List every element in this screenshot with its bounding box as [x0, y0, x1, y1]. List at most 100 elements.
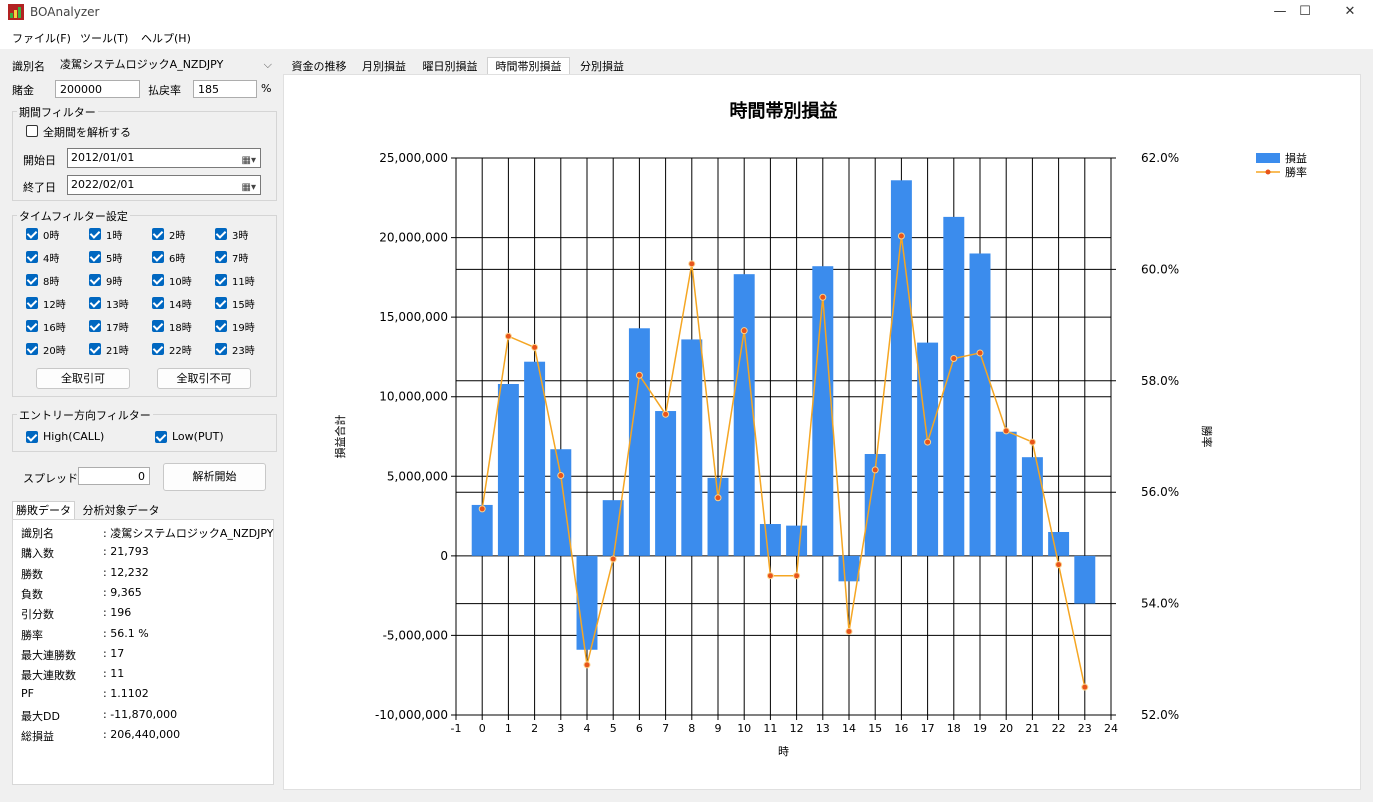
bet-input[interactable]: 200000: [55, 80, 140, 98]
spread-input[interactable]: 0: [78, 467, 150, 485]
end-date-label: 終了日: [23, 181, 56, 194]
select-all-button[interactable]: 全取引可: [36, 368, 130, 389]
hour-checkbox-8[interactable]: [26, 274, 38, 286]
bar-hour-9: [707, 477, 729, 556]
winrate-point-hour-22: [1055, 561, 1063, 569]
hour-label-0: 0時: [43, 231, 60, 242]
hour-checkbox-13[interactable]: [89, 297, 101, 309]
all-period-checkbox[interactable]: [26, 125, 38, 137]
hour-checkbox-20[interactable]: [26, 343, 38, 355]
hour-checkbox-10[interactable]: [152, 274, 164, 286]
tab-target-data[interactable]: 分析対象データ: [78, 502, 164, 520]
menu-file[interactable]: ファイル(F): [12, 30, 71, 46]
menu-bar: ファイル(F) ツール(T) ヘルプ(H): [0, 24, 1373, 49]
hour-checkbox-18[interactable]: [152, 320, 164, 332]
bar-hour-7: [655, 411, 677, 556]
hour-checkbox-6[interactable]: [152, 251, 164, 263]
winrate-point-hour-21: [1028, 438, 1036, 446]
x-tick-label: 12: [790, 722, 804, 735]
payout-unit: %: [261, 82, 272, 95]
hour-checkbox-23[interactable]: [215, 343, 227, 355]
hour-checkbox-0[interactable]: [26, 228, 38, 240]
y2-tick-label: 58.0%: [1141, 374, 1179, 388]
hour-label-13: 13時: [106, 300, 129, 311]
legend-line-marker: [1265, 169, 1271, 175]
x-tick-label: 14: [842, 722, 856, 735]
chart-title: 時間帯別損益: [730, 100, 838, 122]
all-period-label: 全期間を解析する: [43, 126, 131, 139]
hour-checkbox-2[interactable]: [152, 228, 164, 240]
period-filter-group: 期間フィルター 全期間を解析する 開始日 2012/01/01 ▦▾ 終了日 2…: [12, 104, 277, 201]
hour-checkbox-9[interactable]: [89, 274, 101, 286]
hour-checkbox-17[interactable]: [89, 320, 101, 332]
stats-value: : 196: [103, 606, 132, 620]
payout-input[interactable]: 185: [193, 80, 257, 98]
hour-checkbox-11[interactable]: [215, 274, 227, 286]
x-axis-label: 時: [778, 745, 789, 758]
end-date-value: 2022/02/01: [71, 178, 135, 191]
hour-checkbox-3[interactable]: [215, 228, 227, 240]
hour-label-8: 8時: [43, 277, 60, 288]
name-combobox[interactable]: 凌駕システムロジックA_NZDJPY ⌵: [55, 55, 277, 75]
start-date-label: 開始日: [23, 154, 56, 167]
low-put-checkbox[interactable]: [155, 431, 167, 443]
period-filter-title: 期間フィルター: [17, 104, 98, 120]
hour-checkbox-14[interactable]: [152, 297, 164, 309]
tab-result-data[interactable]: 勝敗データ: [12, 501, 75, 519]
winrate-point-hour-11: [766, 572, 774, 580]
stats-key: 総損益: [21, 730, 54, 743]
winrate-point-hour-0: [478, 505, 486, 513]
menu-help[interactable]: ヘルプ(H): [141, 30, 191, 46]
bar-hour-23: [1074, 555, 1096, 604]
bar-hour-0: [471, 504, 493, 556]
hour-checkbox-7[interactable]: [215, 251, 227, 263]
x-tick-label: 7: [662, 722, 669, 735]
winrate-point-hour-18: [950, 355, 958, 363]
hour-checkbox-15[interactable]: [215, 297, 227, 309]
x-tick-label: 3: [557, 722, 564, 735]
stats-value: : 21,793: [103, 545, 149, 559]
start-date-picker[interactable]: 2012/01/01 ▦▾: [67, 148, 261, 168]
winrate-point-hour-9: [714, 494, 722, 502]
end-date-picker[interactable]: 2022/02/01 ▦▾: [67, 175, 261, 195]
legend-line-label: 勝率: [1285, 165, 1307, 179]
close-button[interactable]: ✕: [1327, 0, 1373, 24]
stats-value: : -11,870,000: [103, 707, 178, 721]
hour-checkbox-5[interactable]: [89, 251, 101, 263]
stats-key: 勝数: [21, 567, 43, 581]
run-analysis-button[interactable]: 解析開始: [163, 463, 266, 491]
hour-checkbox-4[interactable]: [26, 251, 38, 263]
winrate-point-hour-8: [688, 260, 696, 268]
winrate-point-hour-15: [871, 466, 879, 474]
bar-hour-13: [812, 266, 834, 556]
hour-checkbox-22[interactable]: [152, 343, 164, 355]
hour-checkbox-21[interactable]: [89, 343, 101, 355]
y-tick-label: -5,000,000: [383, 628, 448, 642]
high-call-label: High(CALL): [43, 430, 105, 443]
hour-label-1: 1時: [106, 231, 123, 242]
x-tick-label: 16: [894, 722, 908, 735]
low-put-label: Low(PUT): [172, 430, 224, 443]
high-call-checkbox[interactable]: [26, 431, 38, 443]
chevron-down-icon: ⌵: [263, 58, 272, 71]
winrate-point-hour-10: [740, 327, 748, 335]
winrate-point-hour-17: [924, 438, 932, 446]
winrate-point-hour-13: [819, 293, 827, 301]
stats-key: 購入数: [21, 547, 54, 561]
y-tick-label: 15,000,000: [379, 310, 448, 324]
hour-checkbox-19[interactable]: [215, 320, 227, 332]
x-tick-label: 18: [947, 722, 961, 735]
menu-tools[interactable]: ツール(T): [80, 30, 128, 46]
hour-checkbox-16[interactable]: [26, 320, 38, 332]
deselect-all-button[interactable]: 全取引不可: [157, 368, 251, 389]
x-tick-label: 21: [1025, 722, 1039, 735]
winrate-point-hour-1: [504, 332, 512, 340]
hour-checkbox-1[interactable]: [89, 228, 101, 240]
x-tick-label: 6: [636, 722, 643, 735]
time-filter-title: タイムフィルター設定: [17, 208, 130, 224]
maximize-button[interactable]: ☐: [1282, 0, 1328, 24]
stats-key: 識別名: [21, 527, 54, 540]
hour-checkbox-12[interactable]: [26, 297, 38, 309]
bar-hour-17: [917, 342, 939, 556]
y-tick-label: 25,000,000: [379, 151, 448, 165]
